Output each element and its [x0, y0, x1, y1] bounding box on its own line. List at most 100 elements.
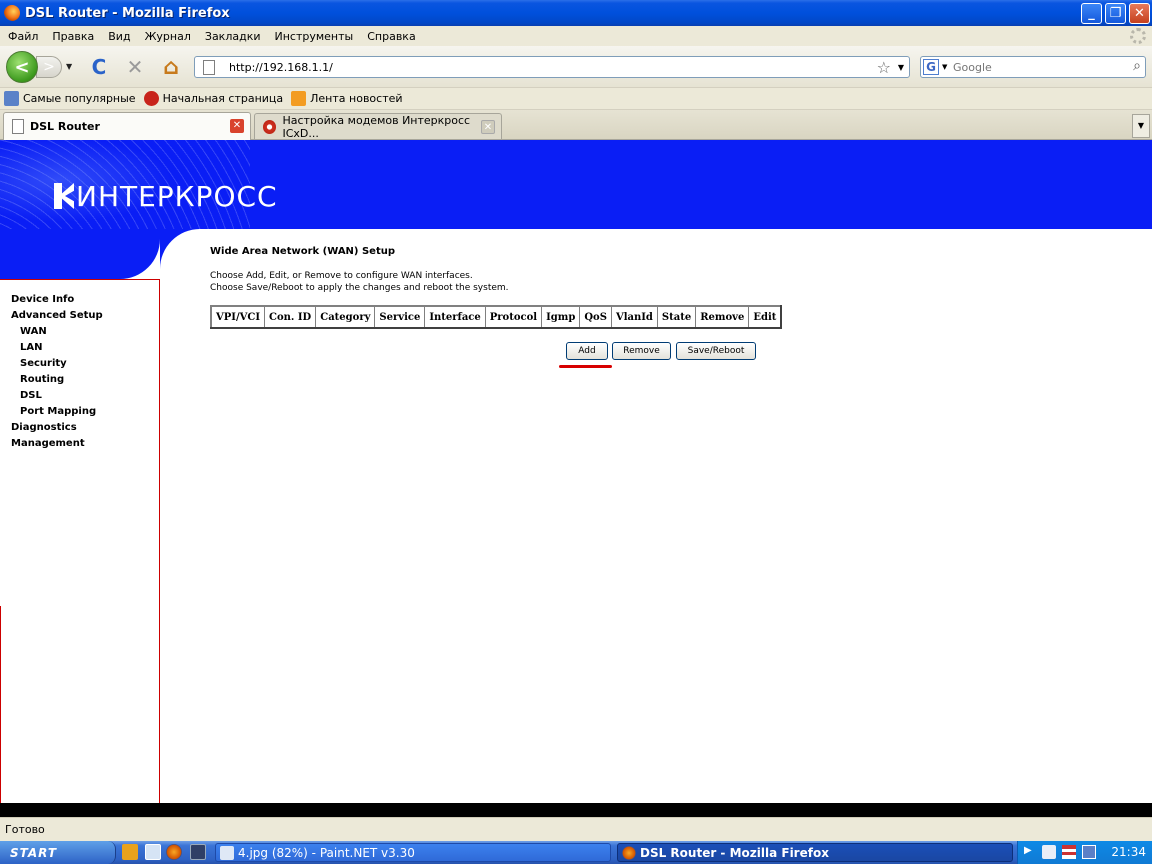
engine-dropdown-icon[interactable]: ▼	[942, 63, 947, 71]
clock: 21:34	[1111, 845, 1146, 859]
nav-dsl[interactable]: DSL	[20, 390, 42, 401]
menu-edit[interactable]: Правка	[52, 30, 94, 43]
firefox-icon	[622, 845, 636, 860]
nav-security[interactable]: Security	[20, 358, 67, 369]
menu-file[interactable]: Файл	[8, 30, 38, 43]
search-icon[interactable]: ⌕	[1133, 58, 1141, 74]
url-dropdown-icon[interactable]: ▼	[898, 63, 904, 72]
reload-icon[interactable]: C	[88, 55, 110, 79]
network-icon[interactable]	[1082, 845, 1096, 859]
nav-diagnostics[interactable]: Diagnostics	[11, 422, 77, 433]
stop-icon[interactable]: ✕	[124, 55, 146, 79]
sidebar-header-decoration	[0, 229, 160, 279]
bookmark-most-visited[interactable]: Самые популярные	[4, 91, 136, 106]
forward-button[interactable]: >	[36, 56, 62, 78]
remove-button[interactable]: Remove	[612, 342, 671, 360]
nav-device-info[interactable]: Device Info	[11, 294, 74, 305]
menu-bookmarks[interactable]: Закладки	[205, 30, 261, 43]
history-dropdown-icon[interactable]: ▼	[66, 62, 72, 71]
tab-label: Настройка модемов Интеркросс ICxD...	[282, 113, 471, 140]
window-title-bar[interactable]: DSL Router - Mozilla Firefox _ ❐ ✕	[0, 0, 1152, 26]
search-bar[interactable]: G ▼ ⌕	[920, 56, 1146, 78]
status-text: Готово	[5, 823, 45, 836]
red-highlight-underline	[559, 365, 612, 368]
menu-bar: Файл Правка Вид Журнал Закладки Инструме…	[0, 26, 1152, 46]
start-label: START	[10, 845, 58, 860]
back-button[interactable]: <	[6, 51, 38, 83]
windows-taskbar: START 4.jpg (82%) - Paint.NET v3.30 DSL …	[0, 841, 1152, 864]
bookmarks-toolbar: Самые популярные Начальная страница Лент…	[0, 88, 1152, 110]
router-sidebar-nav: Device Info Advanced Setup WAN LAN Secur…	[0, 279, 160, 804]
column-header: VlanId	[610, 305, 658, 329]
bookmark-star-icon[interactable]: ☆	[877, 58, 891, 77]
site-favicon-icon	[263, 119, 277, 134]
search-input[interactable]	[953, 59, 1121, 75]
column-header: QoS	[579, 305, 612, 329]
home-icon[interactable]: ⌂	[160, 55, 182, 80]
menu-view[interactable]: Вид	[108, 30, 130, 43]
nav-routing[interactable]: Routing	[20, 374, 64, 385]
tab-label: DSL Router	[30, 120, 100, 133]
bookmark-label: Самые популярные	[23, 92, 136, 105]
logo-mark-icon	[54, 183, 74, 209]
menu-help[interactable]: Справка	[367, 30, 415, 43]
tab-list-dropdown-icon[interactable]: ▼	[1132, 114, 1150, 138]
language-flag-icon[interactable]	[1062, 845, 1076, 859]
column-header: Con. ID	[264, 305, 317, 329]
tab-interkross-setup[interactable]: Настройка модемов Интеркросс ICxD... ✕	[254, 113, 502, 140]
router-banner: ИНТЕРКРОСС	[0, 140, 1152, 278]
table-header-row: VPI/VCI Con. ID Category Service Interfa…	[210, 305, 782, 329]
nav-management[interactable]: Management	[11, 438, 85, 449]
close-tab-icon[interactable]: ✕	[230, 119, 244, 133]
quicklaunch-monitor-icon[interactable]	[190, 844, 206, 860]
task-paint-net[interactable]: 4.jpg (82%) - Paint.NET v3.30	[215, 843, 611, 862]
content-bottom-edge	[0, 803, 1152, 817]
nav-lan[interactable]: LAN	[20, 342, 42, 353]
page-description: Choose Add, Edit, or Remove to configure…	[210, 270, 710, 294]
quicklaunch-firefox-icon[interactable]	[166, 844, 182, 860]
throbber-icon	[1130, 28, 1146, 44]
maximize-button[interactable]: ❐	[1105, 3, 1126, 24]
save-reboot-button[interactable]: Save/Reboot	[676, 342, 756, 360]
system-tray: ▶ 21:34	[1017, 841, 1152, 864]
column-header: Remove	[695, 305, 750, 329]
column-header: Interface	[424, 305, 486, 329]
nav-wan[interactable]: WAN	[20, 326, 47, 337]
google-engine-icon[interactable]: G	[923, 59, 939, 75]
start-button[interactable]: START	[0, 841, 116, 864]
interkross-logo: ИНТЕРКРОСС	[54, 180, 278, 213]
close-tab-icon[interactable]: ✕	[481, 120, 495, 134]
menu-history[interactable]: Журнал	[145, 30, 191, 43]
navigation-toolbar: > < ▼ C ✕ ⌂ http://192.168.1.1/ ☆ ▼ G ▼ …	[0, 46, 1152, 88]
close-button[interactable]: ✕	[1129, 3, 1150, 24]
url-bar[interactable]: http://192.168.1.1/ ☆ ▼	[194, 56, 910, 78]
column-header: Igmp	[541, 305, 581, 329]
quicklaunch-desktop-icon[interactable]	[145, 844, 161, 860]
column-header: Protocol	[484, 305, 543, 329]
url-text[interactable]: http://192.168.1.1/	[229, 61, 333, 74]
rss-icon	[291, 91, 307, 106]
task-label: DSL Router - Mozilla Firefox	[640, 845, 829, 860]
column-header: State	[656, 305, 697, 329]
quicklaunch-butterfly-icon[interactable]	[122, 844, 138, 860]
nav-advanced-setup[interactable]: Advanced Setup	[11, 310, 103, 321]
bookmark-start-page[interactable]: Начальная страница	[143, 91, 283, 106]
tray-expand-icon[interactable]: ▶	[1024, 845, 1038, 859]
task-firefox[interactable]: DSL Router - Mozilla Firefox	[617, 843, 1013, 862]
description-line: Choose Save/Reboot to apply the changes …	[210, 283, 509, 293]
logo-text: ИНТЕРКРОСС	[76, 180, 278, 213]
add-button[interactable]: Add	[566, 342, 608, 360]
wan-interfaces-table: VPI/VCI Con. ID Category Service Interfa…	[210, 305, 783, 329]
menu-tools[interactable]: Инструменты	[275, 30, 354, 43]
page-content: ИНТЕРКРОСС Device Info Advanced Setup WA…	[0, 140, 1152, 804]
volume-icon[interactable]	[1042, 845, 1056, 859]
column-header: Category	[315, 305, 376, 329]
column-header: Service	[374, 305, 426, 329]
sidebar-border	[0, 606, 1, 804]
minimize-button[interactable]: _	[1081, 3, 1102, 24]
description-line: Choose Add, Edit, or Remove to configure…	[210, 271, 473, 281]
bookmark-news-feed[interactable]: Лента новостей	[291, 91, 403, 106]
firefox-icon	[4, 5, 20, 21]
nav-port-mapping[interactable]: Port Mapping	[20, 406, 96, 417]
tab-dsl-router[interactable]: DSL Router ✕	[3, 112, 251, 140]
